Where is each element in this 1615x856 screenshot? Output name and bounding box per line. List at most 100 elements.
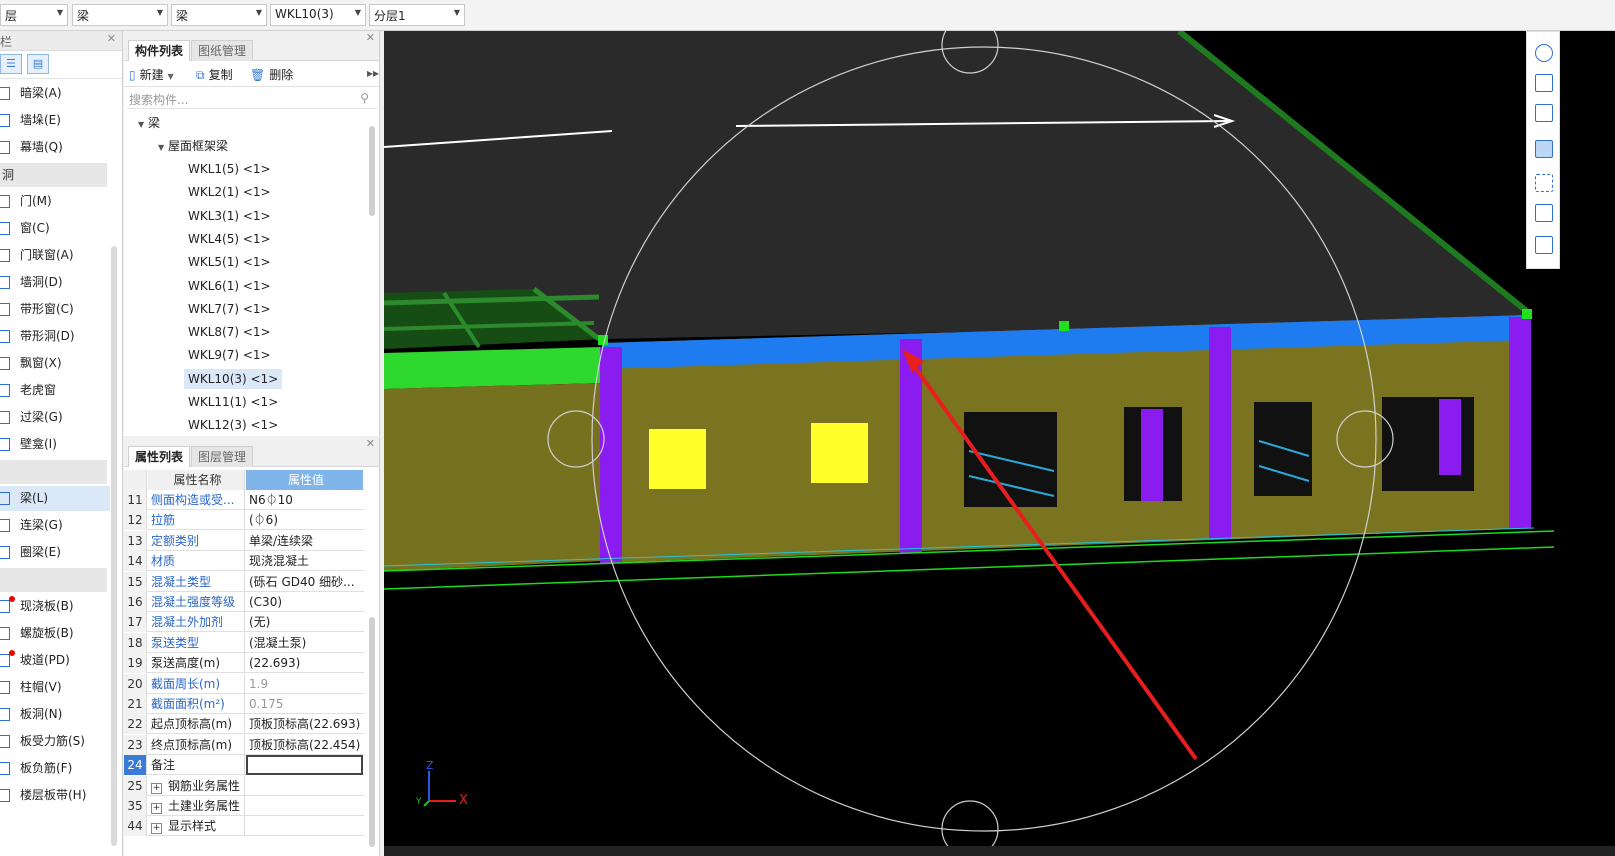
type-select[interactable]: 梁 ▼ xyxy=(171,4,267,26)
tree-item[interactable]: WKL5(1) <1> xyxy=(188,252,271,272)
nav-item[interactable]: 坡道(PD) xyxy=(0,648,110,673)
property-value[interactable]: (⏀6) xyxy=(246,510,363,530)
property-row[interactable]: 13 定额类别 单梁/连续梁 xyxy=(124,530,364,551)
nav-group-header[interactable] xyxy=(0,568,107,592)
tab-layer-management[interactable]: 图层管理 xyxy=(191,446,254,467)
tab-component-list[interactable]: 构件列表 xyxy=(128,40,191,61)
category-select[interactable]: 梁 ▼ xyxy=(72,4,168,26)
3d-viewport[interactable]: X Z Y xyxy=(384,31,1615,856)
close-icon[interactable]: ✕ xyxy=(107,32,116,45)
tab-drawing-management[interactable]: 图纸管理 xyxy=(191,40,254,61)
property-value[interactable]: 顶板顶标高(22.693) xyxy=(246,714,363,734)
nav-item[interactable]: 带形洞(D) xyxy=(0,324,110,349)
nav-item[interactable]: 楼层板带(H) xyxy=(0,783,110,808)
property-value[interactable]: 1.9 xyxy=(246,674,363,694)
property-row[interactable]: 11 侧面构造或受... N6⏀10 xyxy=(124,490,364,510)
nav-item[interactable]: 墙洞(D) xyxy=(0,270,110,295)
property-row[interactable]: 24 备注 xyxy=(124,755,364,776)
tree-item[interactable]: WKL12(3) <1> xyxy=(188,415,278,433)
nav-item[interactable]: 连梁(G) xyxy=(0,513,110,538)
more-icon[interactable]: ▸▸ xyxy=(367,66,379,80)
property-row[interactable]: 20 截面周长(m) 1.9 xyxy=(124,673,364,694)
property-value[interactable]: (无) xyxy=(246,612,363,632)
property-row[interactable]: 17 混凝土外加剂 (无) xyxy=(124,612,364,633)
tree-item[interactable]: WKL2(1) <1> xyxy=(188,182,271,202)
layer-select[interactable]: 分层1 ▼ xyxy=(369,4,465,26)
nav-item[interactable]: 过梁(G) xyxy=(0,405,110,430)
property-row[interactable]: 14 材质 现浇混凝土 xyxy=(124,551,364,572)
nav-item[interactable]: 带形窗(C) xyxy=(0,297,110,322)
search-input[interactable]: 搜索构件... ⚲ xyxy=(127,89,377,109)
nav-item[interactable]: 现浇板(B) xyxy=(0,594,110,619)
close-icon[interactable]: ✕ xyxy=(366,31,375,44)
expand-icon[interactable]: + xyxy=(151,803,162,814)
property-value[interactable]: 顶板顶标高(22.454) xyxy=(246,735,363,755)
nav-item[interactable]: 窗(C) xyxy=(0,216,110,241)
nav-item[interactable]: 梁(L) xyxy=(0,486,110,511)
tree-item[interactable]: WKL11(1) <1> xyxy=(188,392,278,412)
property-scrollbar[interactable] xyxy=(369,617,375,847)
property-value[interactable]: (C30) xyxy=(246,592,363,612)
detail-view-button[interactable]: ▤ xyxy=(27,54,49,74)
list-view-button[interactable]: ☰ xyxy=(0,54,22,74)
orbit-icon[interactable] xyxy=(1535,44,1553,62)
nav-item[interactable]: 老虎窗 xyxy=(0,378,110,403)
solid-view-icon[interactable] xyxy=(1535,140,1553,158)
tab-property-list[interactable]: 属性列表 xyxy=(128,446,191,467)
property-row[interactable]: 16 混凝土强度等级 (C30) xyxy=(124,592,364,612)
nav-item[interactable]: 墙垛(E) xyxy=(0,108,110,133)
nav-item[interactable]: 螺旋板(B) xyxy=(0,621,110,646)
property-value[interactable] xyxy=(246,776,363,796)
nav-item[interactable]: 幕墙(Q) xyxy=(0,135,110,160)
search-icon[interactable]: ⚲ xyxy=(360,91,369,105)
tree-group[interactable]: ▼ 屋面框架梁 xyxy=(158,136,228,156)
fit-view-icon[interactable] xyxy=(1535,174,1553,192)
tree-item[interactable]: WKL10(3) <1> xyxy=(184,368,283,389)
property-value[interactable]: (混凝土泵) xyxy=(246,633,363,653)
delete-button[interactable]: 🗑 删除 xyxy=(250,66,293,83)
property-value[interactable] xyxy=(246,796,363,816)
property-value[interactable]: (22.693) xyxy=(246,653,363,673)
property-row[interactable]: 44 + 显示样式 xyxy=(124,816,364,837)
property-value[interactable]: N6⏀10 xyxy=(246,490,363,510)
property-row[interactable]: 15 混凝土类型 (砾石 GD40 细砂... xyxy=(124,571,364,592)
select-box-icon[interactable] xyxy=(1535,204,1553,222)
property-row[interactable]: 19 泵送高度(m) (22.693) xyxy=(124,653,364,674)
property-row[interactable]: 18 泵送类型 (混凝土泵) xyxy=(124,632,364,653)
nav-item[interactable]: 板负筋(F) xyxy=(0,756,110,781)
expand-icon[interactable]: + xyxy=(151,823,162,835)
tree-scrollbar[interactable] xyxy=(369,126,375,216)
display-settings-icon[interactable] xyxy=(1535,236,1553,254)
nav-item[interactable]: 圈梁(E) xyxy=(0,540,110,565)
nav-item[interactable]: 门联窗(A) xyxy=(0,243,110,268)
close-icon[interactable]: ✕ xyxy=(366,437,375,450)
property-value[interactable]: 现浇混凝土 xyxy=(246,551,363,571)
property-row[interactable]: 25 + 钢筋业务属性 xyxy=(124,775,364,796)
property-row[interactable]: 35 + 土建业务属性 xyxy=(124,796,364,816)
nav-group-header[interactable] xyxy=(0,460,107,484)
3d-view-icon[interactable] xyxy=(1535,104,1553,122)
nav-scrollbar[interactable] xyxy=(111,246,117,846)
property-row[interactable]: 22 起点顶标高(m) 顶板顶标高(22.693) xyxy=(124,714,364,735)
property-value[interactable] xyxy=(246,816,363,836)
floor-select[interactable]: 层 ▼ xyxy=(0,4,68,26)
3d-scene[interactable]: X Z Y xyxy=(384,31,1615,856)
property-value[interactable] xyxy=(246,755,363,776)
nav-item[interactable]: 飘窗(X) xyxy=(0,351,110,376)
tree-item[interactable]: WKL6(1) <1> xyxy=(188,276,271,296)
property-value[interactable]: 0.175 xyxy=(246,694,363,714)
nav-group-header[interactable]: 洞 xyxy=(0,163,107,187)
tree-item[interactable]: WKL3(1) <1> xyxy=(188,206,271,226)
tree-item[interactable]: WKL1(5) <1> xyxy=(188,159,271,179)
property-row[interactable]: 21 截面面积(m²) 0.175 xyxy=(124,694,364,714)
property-row[interactable]: 12 拉筋 (⏀6) xyxy=(124,510,364,531)
nav-item[interactable]: 板受力筋(S) xyxy=(0,729,110,754)
new-button[interactable]: ▯ 新建 ▼ xyxy=(129,66,174,83)
tree-item[interactable]: WKL7(7) <1> xyxy=(188,299,271,319)
property-value[interactable]: 单梁/连续梁 xyxy=(246,531,363,551)
tree-item[interactable]: WKL4(5) <1> xyxy=(188,229,271,249)
nav-item[interactable]: 柱帽(V) xyxy=(0,675,110,700)
nav-item[interactable]: 暗梁(A) xyxy=(0,81,110,106)
expand-icon[interactable]: + xyxy=(151,782,162,794)
tree-item[interactable]: WKL9(7) <1> xyxy=(188,345,271,365)
